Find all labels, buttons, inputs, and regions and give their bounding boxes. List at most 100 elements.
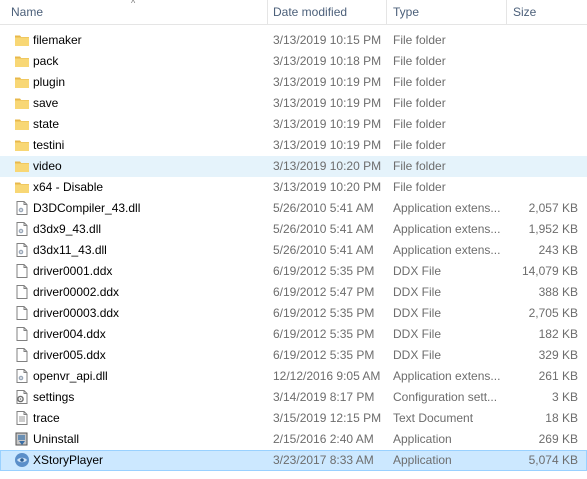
file-row[interactable]: filemaker 3/13/2019 10:15 PM File folder: [0, 30, 587, 51]
file-size: [505, 156, 578, 177]
file-size: [505, 72, 578, 93]
file-row[interactable]: trace 3/15/2019 12:15 PM Text Document 18 K…: [0, 408, 587, 429]
file-row[interactable]: XStoryPlayer 3/23/2017 8:33 AM Application…: [0, 450, 587, 471]
file-row[interactable]: testini 3/13/2019 10:19 PM File folder: [0, 135, 587, 156]
file-type: Configuration sett...: [393, 390, 498, 404]
file-date-modified: 5/26/2010 5:41 AM: [273, 222, 374, 236]
file-type: File folder: [393, 96, 446, 110]
file-name: plugin: [33, 75, 66, 89]
blank-file-icon: [14, 347, 30, 363]
folder-icon: [14, 179, 30, 195]
file-date-modified: 12/12/2016 9:05 AM: [273, 369, 381, 383]
file-row[interactable]: state 3/13/2019 10:19 PM File folder: [0, 114, 587, 135]
file-row[interactable]: settings 3/14/2019 8:17 PM Configuration s…: [0, 387, 587, 408]
file-name: driver004.ddx: [33, 327, 106, 341]
file-type: File folder: [393, 33, 446, 47]
file-size: [505, 114, 578, 135]
file-type: DDX File: [393, 264, 442, 278]
file-name: Uninstall: [33, 432, 80, 446]
column-header-date-modified[interactable]: Date modified: [268, 0, 387, 24]
file-row[interactable]: video 3/13/2019 10:20 PM File folder: [0, 156, 587, 177]
file-date-modified: 3/13/2019 10:15 PM: [273, 33, 382, 47]
file-size: 2,057 KB: [528, 201, 578, 215]
file-row[interactable]: Uninstall 2/15/2016 2:40 AM Application 269…: [0, 429, 587, 450]
column-divider[interactable]: [506, 0, 507, 24]
file-name: x64 - Disable: [33, 180, 104, 194]
file-type: File folder: [393, 54, 446, 68]
file-type: Application extens...: [393, 201, 501, 215]
file-size: 388 KB: [538, 285, 578, 299]
file-type: Text Document: [393, 411, 474, 425]
file-name: XStoryPlayer: [33, 453, 104, 467]
file-size: 261 KB: [538, 369, 578, 383]
folder-icon: [14, 158, 30, 174]
file-type: Application extens...: [393, 243, 501, 257]
file-list: filemaker 3/13/2019 10:15 PM File folder pa…: [0, 30, 587, 471]
blank-file-icon: [14, 305, 30, 321]
file-name: trace: [33, 411, 60, 425]
file-size: 18 KB: [545, 411, 578, 425]
file-row[interactable]: save 3/13/2019 10:19 PM File folder: [0, 93, 587, 114]
file-date-modified: 2/15/2016 2:40 AM: [273, 432, 374, 446]
file-row[interactable]: plugin 3/13/2019 10:19 PM File folder: [0, 72, 587, 93]
file-row[interactable]: d3dx9_43.dll 5/26/2010 5:41 AM Application…: [0, 219, 587, 240]
file-name: driver0001.ddx: [33, 264, 113, 278]
file-type: File folder: [393, 117, 446, 131]
uninstall-app-icon: [14, 431, 30, 447]
file-row[interactable]: pack 3/13/2019 10:18 PM File folder: [0, 51, 587, 72]
dll-file-icon: [14, 200, 30, 216]
file-size: [505, 30, 578, 51]
file-date-modified: 3/13/2019 10:19 PM: [273, 96, 382, 110]
file-date-modified: 5/26/2010 5:41 AM: [273, 201, 374, 215]
file-row[interactable]: driver004.ddx 6/19/2012 5:35 PM DDX File 18…: [0, 324, 587, 345]
file-date-modified: 3/13/2019 10:20 PM: [273, 159, 382, 173]
file-size: 14,079 KB: [521, 264, 578, 278]
blank-file-icon: [14, 263, 30, 279]
file-size: 243 KB: [538, 243, 578, 257]
folder-icon: [14, 95, 30, 111]
file-name: filemaker: [33, 33, 82, 47]
column-header-name[interactable]: Name: [6, 0, 268, 24]
file-type: DDX File: [393, 285, 442, 299]
file-row[interactable]: openvr_api.dll 12/12/2016 9:05 AM Applicat…: [0, 366, 587, 387]
file-row[interactable]: driver00003.ddx 6/19/2012 5:35 PM DDX File…: [0, 303, 587, 324]
file-row[interactable]: d3dx11_43.dll 5/26/2010 5:41 AM Applicatio…: [0, 240, 587, 261]
column-divider[interactable]: [386, 0, 387, 24]
file-size: 1,952 KB: [528, 222, 578, 236]
file-name: pack: [33, 54, 59, 68]
file-date-modified: 6/19/2012 5:35 PM: [273, 264, 375, 278]
column-header-type[interactable]: Type: [388, 0, 506, 24]
file-row[interactable]: driver0001.ddx 6/19/2012 5:35 PM DDX File 1…: [0, 261, 587, 282]
file-row[interactable]: driver00002.ddx 6/19/2012 5:47 PM DDX File…: [0, 282, 587, 303]
file-type: File folder: [393, 180, 446, 194]
column-header-bar: Name ^ Date modified Type Size: [0, 0, 587, 25]
dll-file-icon: [14, 221, 30, 237]
file-size: 269 KB: [538, 432, 578, 446]
file-type: Application extens...: [393, 369, 501, 383]
column-header-size[interactable]: Size: [508, 0, 587, 24]
folder-icon: [14, 137, 30, 153]
file-row[interactable]: driver005.ddx 6/19/2012 5:35 PM DDX File 32…: [0, 345, 587, 366]
folder-icon: [14, 53, 30, 69]
file-date-modified: 3/13/2019 10:19 PM: [273, 138, 382, 152]
file-type: Application: [393, 432, 452, 446]
file-date-modified: 3/13/2019 10:20 PM: [273, 180, 382, 194]
folder-icon: [14, 74, 30, 90]
file-date-modified: 6/19/2012 5:35 PM: [273, 306, 375, 320]
file-size: [505, 135, 578, 156]
file-type: File folder: [393, 75, 446, 89]
file-date-modified: 3/13/2019 10:19 PM: [273, 75, 382, 89]
file-date-modified: 3/15/2019 12:15 PM: [273, 411, 382, 425]
file-type: DDX File: [393, 306, 442, 320]
file-date-modified: 5/26/2010 5:41 AM: [273, 243, 374, 257]
file-row[interactable]: x64 - Disable 3/13/2019 10:20 PM File fold…: [0, 177, 587, 198]
file-size: 2,705 KB: [528, 306, 578, 320]
file-date-modified: 3/13/2019 10:18 PM: [273, 54, 382, 68]
file-type: Application: [393, 453, 452, 467]
file-name: openvr_api.dll: [33, 369, 108, 383]
file-row[interactable]: D3DCompiler_43.dll 5/26/2010 5:41 AM Appli…: [0, 198, 587, 219]
blank-file-icon: [14, 326, 30, 342]
blank-file-icon: [14, 284, 30, 300]
file-size: [505, 93, 578, 114]
file-name: settings: [33, 390, 75, 404]
